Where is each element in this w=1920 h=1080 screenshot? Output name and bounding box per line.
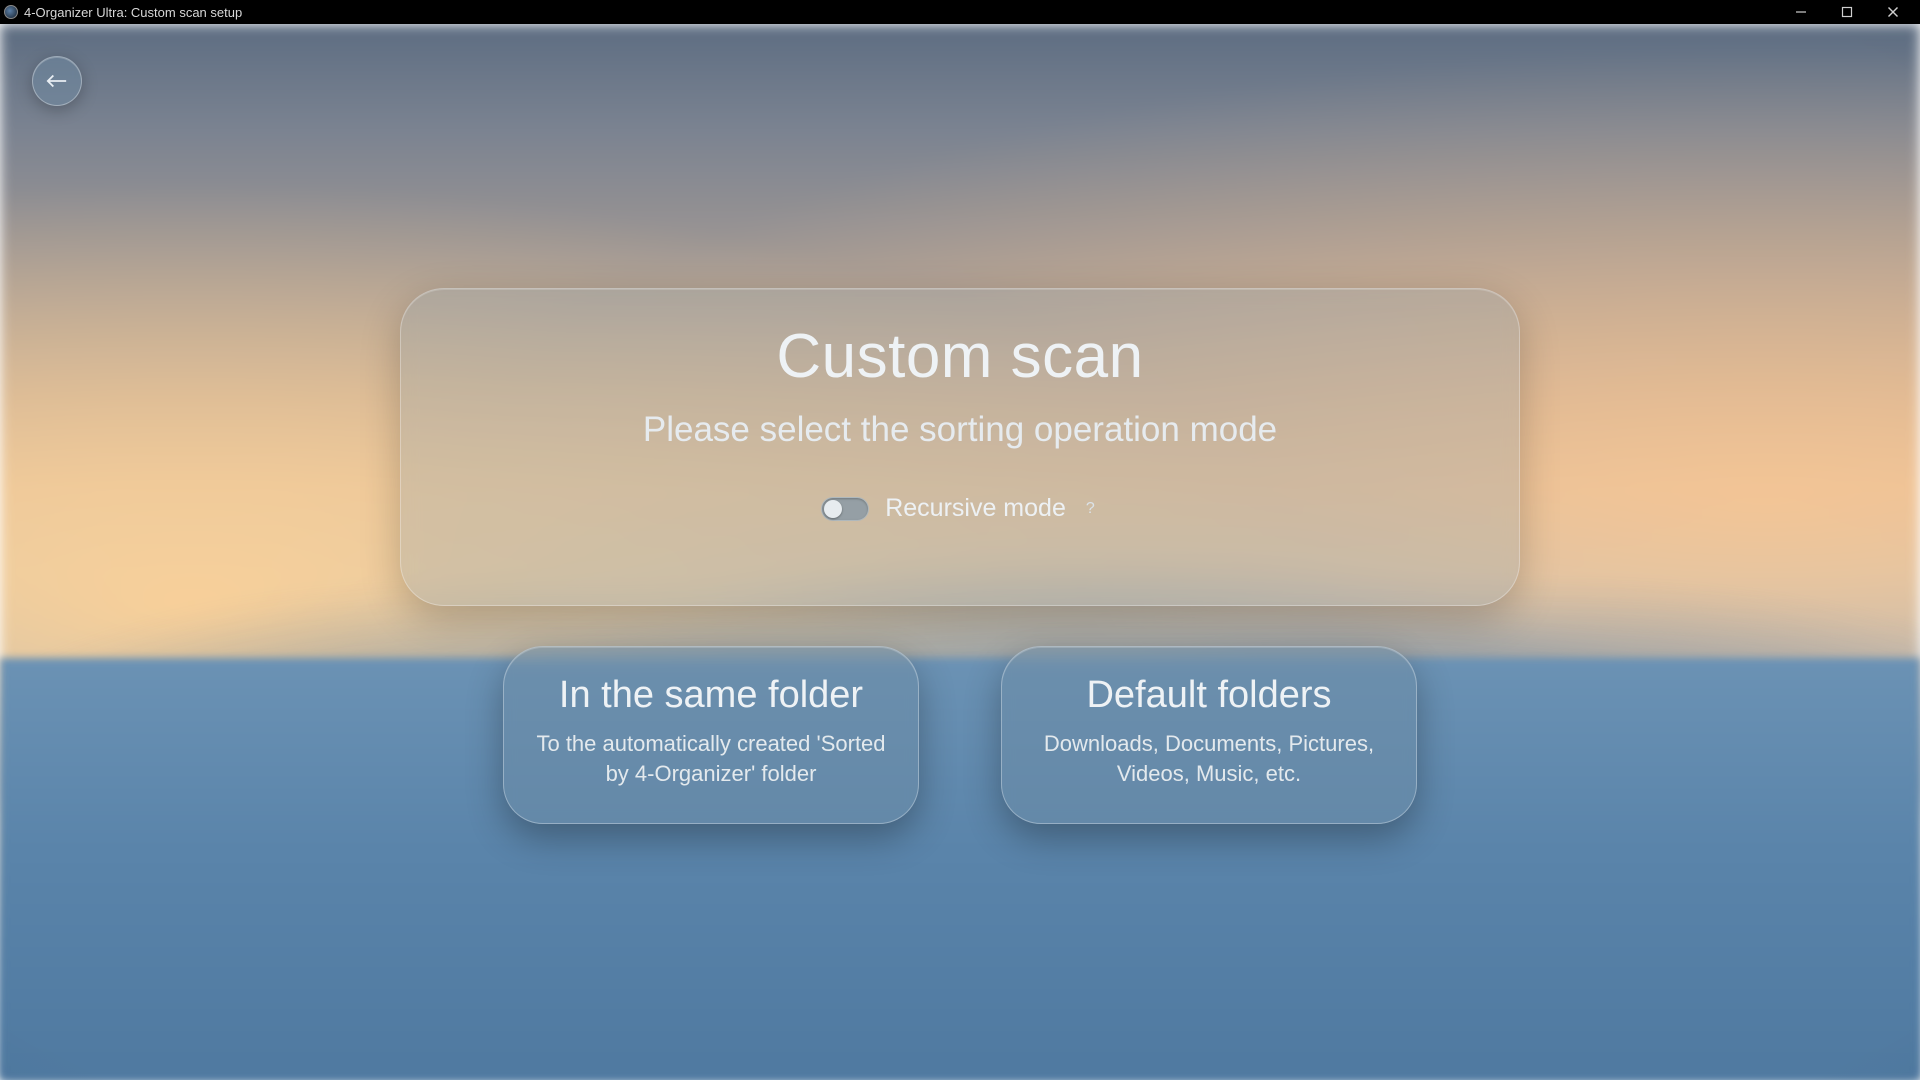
- options-row: In the same folder To the automatically …: [400, 646, 1520, 824]
- option-default-folders[interactable]: Default folders Downloads, Documents, Pi…: [1001, 646, 1417, 824]
- close-icon: [1887, 6, 1899, 18]
- titlebar-left: 4-Organizer Ultra: Custom scan setup: [4, 5, 242, 20]
- titlebar: 4-Organizer Ultra: Custom scan setup: [0, 0, 1920, 24]
- close-button[interactable]: [1870, 0, 1916, 24]
- content: Custom scan Please select the sorting op…: [0, 24, 1920, 1080]
- maximize-button[interactable]: [1824, 0, 1870, 24]
- option-title: Default folders: [1086, 674, 1331, 717]
- arrow-left-icon: [46, 74, 68, 88]
- option-desc: Downloads, Documents, Pictures, Videos, …: [1034, 729, 1384, 788]
- option-same-folder[interactable]: In the same folder To the automatically …: [503, 646, 919, 824]
- window-title: 4-Organizer Ultra: Custom scan setup: [24, 5, 242, 20]
- minimize-button[interactable]: [1778, 0, 1824, 24]
- recursive-mode-toggle[interactable]: [821, 497, 869, 521]
- main-card: Custom scan Please select the sorting op…: [400, 288, 1520, 606]
- recursive-mode-help-button[interactable]: ?: [1082, 500, 1099, 518]
- option-title: In the same folder: [559, 674, 863, 717]
- window-controls: [1778, 0, 1916, 24]
- minimize-icon: [1795, 6, 1807, 18]
- option-desc: To the automatically created 'Sorted by …: [536, 729, 886, 788]
- recursive-mode-row: Recursive mode ?: [821, 494, 1099, 523]
- app-icon: [4, 5, 18, 19]
- page-subtitle: Please select the sorting operation mode: [643, 410, 1277, 450]
- page-title: Custom scan: [776, 321, 1143, 392]
- maximize-icon: [1841, 6, 1853, 18]
- toggle-knob: [824, 500, 842, 518]
- back-button[interactable]: [32, 56, 82, 106]
- recursive-mode-label: Recursive mode: [885, 494, 1066, 523]
